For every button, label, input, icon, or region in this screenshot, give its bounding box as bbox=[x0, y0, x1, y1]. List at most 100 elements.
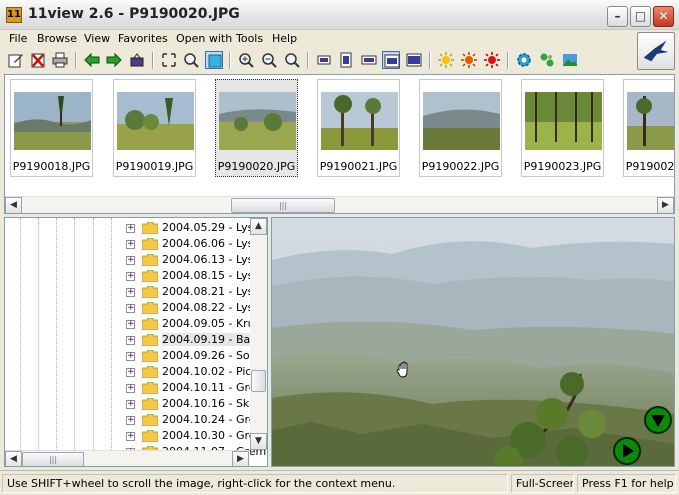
layout-4-icon[interactable] bbox=[382, 51, 400, 69]
thumbnail-item[interactable]: P9190018.JPG bbox=[10, 79, 93, 177]
thumbnail-caption: P9190018.JPG bbox=[12, 160, 91, 173]
tree-folder-label: 2004.09.26 - Sobo bbox=[162, 349, 264, 362]
expand-icon[interactable]: + bbox=[126, 224, 135, 233]
tree-folder-item[interactable]: +2004.10.02 - Pion bbox=[5, 364, 259, 380]
tree-folder-item[interactable]: +2004.09.19 - Baza bbox=[5, 332, 263, 348]
folder-icon bbox=[142, 430, 158, 442]
tree-folder-item[interactable]: +2004.05.29 - Lysa bbox=[5, 220, 260, 236]
expand-icon[interactable]: + bbox=[126, 304, 135, 313]
thumbnail-image bbox=[627, 92, 674, 150]
tree-vertical-scrollbar[interactable]: ▲ ▼ bbox=[250, 218, 267, 450]
thumbnail-item[interactable]: P9190024.JPG bbox=[623, 79, 674, 177]
thumbnail-item[interactable]: P9190023.JPG bbox=[521, 79, 604, 177]
edit-icon[interactable] bbox=[7, 51, 25, 69]
color-icon[interactable] bbox=[483, 51, 501, 69]
thumbnail-item-selected[interactable]: P9190020.JPG bbox=[215, 79, 298, 177]
play-slideshow-icon[interactable] bbox=[613, 437, 641, 465]
bird-logo-icon[interactable] bbox=[637, 32, 675, 70]
actual-size-icon[interactable] bbox=[205, 51, 223, 69]
menu-browse[interactable]: Browse bbox=[37, 32, 77, 45]
tree-folder-item[interactable]: +2004.08.22 - Lysa bbox=[5, 300, 260, 316]
menu-view[interactable]: View bbox=[84, 32, 110, 45]
menu-tools[interactable]: Tools bbox=[236, 32, 263, 45]
maximize-button[interactable]: □ bbox=[630, 6, 651, 27]
expand-icon[interactable]: + bbox=[126, 240, 135, 249]
thumbnail-item[interactable]: P9190021.JPG bbox=[317, 79, 400, 177]
image-viewer[interactable] bbox=[271, 217, 675, 467]
menu-favorites[interactable]: Favorites bbox=[118, 32, 168, 45]
tree-horizontal-scrollbar[interactable]: ◀ ||| ▶ bbox=[5, 450, 250, 466]
tree-folder-label: 2004.06.13 - Lysa bbox=[162, 253, 261, 266]
plugin-icon[interactable] bbox=[538, 51, 556, 69]
expand-icon[interactable]: + bbox=[126, 432, 135, 441]
delete-icon[interactable] bbox=[29, 51, 47, 69]
tree-folder-label: 2004.08.21 - Lysa bbox=[162, 285, 261, 298]
expand-icon[interactable]: + bbox=[126, 336, 135, 345]
expand-icon[interactable]: + bbox=[126, 352, 135, 361]
scrollbar-thumb[interactable]: ||| bbox=[22, 452, 84, 466]
layout-1-icon[interactable] bbox=[315, 51, 333, 69]
layout-5-icon[interactable] bbox=[405, 51, 423, 69]
menu-help[interactable]: Help bbox=[272, 32, 297, 45]
scrollbar-thumb[interactable] bbox=[251, 370, 266, 392]
zoom-search-icon[interactable] bbox=[182, 51, 200, 69]
tree-folder-item[interactable]: +2004.09.05 - Kruti bbox=[5, 316, 262, 332]
contrast-icon[interactable] bbox=[460, 51, 478, 69]
folder-icon bbox=[142, 302, 158, 314]
layout-3-icon[interactable] bbox=[360, 51, 378, 69]
toolbar-separator bbox=[229, 52, 231, 69]
tree-folder-item[interactable]: +2004.10.24 - Grem bbox=[5, 412, 266, 428]
tree-folder-item[interactable]: +2004.08.15 - Lysa bbox=[5, 268, 260, 284]
thumbnail-caption: P9190023.JPG bbox=[523, 160, 602, 173]
menu-open-with[interactable]: Open with bbox=[176, 32, 232, 45]
thumbnail-image bbox=[14, 92, 91, 150]
thumbnail-item[interactable]: P9190022.JPG bbox=[419, 79, 502, 177]
landscape-photo bbox=[272, 218, 674, 466]
thumbnail-image bbox=[321, 92, 398, 150]
tree-folder-label: 2004.06.06 - Lysa bbox=[162, 237, 261, 250]
expand-icon[interactable]: + bbox=[126, 400, 135, 409]
brightness-icon[interactable] bbox=[437, 51, 455, 69]
zoom-reset-icon[interactable] bbox=[283, 51, 301, 69]
wallpaper-icon[interactable] bbox=[561, 51, 579, 69]
expand-icon[interactable]: + bbox=[126, 416, 135, 425]
scroll-left-button[interactable]: ◀ bbox=[5, 451, 22, 466]
scroll-right-button[interactable]: ▶ bbox=[232, 451, 249, 466]
tree-folder-item[interactable]: +2004.09.26 - Sobo bbox=[5, 348, 263, 364]
menu-file[interactable]: File bbox=[9, 32, 27, 45]
fit-window-icon[interactable] bbox=[160, 51, 178, 69]
zoom-in-icon[interactable] bbox=[237, 51, 255, 69]
tree-folder-item[interactable]: +2004.06.13 - Lysa bbox=[5, 252, 260, 268]
minimize-button[interactable]: – bbox=[607, 6, 628, 27]
forward-arrow-icon[interactable] bbox=[105, 51, 123, 69]
scroll-left-button[interactable]: ◀ bbox=[5, 197, 22, 213]
settings-gear-icon[interactable] bbox=[515, 51, 533, 69]
scrollbar-thumb[interactable]: ||| bbox=[231, 198, 335, 213]
thumbnail-image bbox=[525, 92, 602, 150]
print-icon[interactable] bbox=[51, 51, 69, 69]
tree-folder-item[interactable]: +2004.06.06 - Lysa bbox=[5, 236, 260, 252]
close-button[interactable]: ✕ bbox=[653, 6, 674, 27]
scroll-down-button[interactable]: ▼ bbox=[250, 433, 267, 450]
expand-icon[interactable]: + bbox=[126, 368, 135, 377]
expand-icon[interactable]: + bbox=[126, 256, 135, 265]
thumbnail-scrollbar[interactable]: ◀ ||| ▶ bbox=[5, 196, 674, 213]
expand-icon[interactable]: + bbox=[126, 320, 135, 329]
tree-folder-item[interactable]: +2004.08.21 - Lysa bbox=[5, 284, 260, 300]
window-title: 11view 2.6 - P9190020.JPG bbox=[28, 6, 240, 22]
next-image-icon[interactable] bbox=[644, 406, 672, 434]
expand-icon[interactable]: + bbox=[126, 384, 135, 393]
slideshow-icon[interactable] bbox=[128, 51, 146, 69]
tree-folder-item[interactable]: +2004.10.16 - Skan bbox=[5, 396, 263, 412]
tree-folder-item[interactable]: +2004.10.11 - Grem bbox=[5, 380, 266, 396]
tree-folder-item[interactable]: +2004.10.30 - Grem bbox=[5, 428, 266, 444]
scroll-right-button[interactable]: ▶ bbox=[657, 197, 674, 213]
expand-icon[interactable]: + bbox=[126, 288, 135, 297]
scroll-up-button[interactable]: ▲ bbox=[250, 218, 267, 235]
tree-folder-label: 2004.09.05 - Kruti bbox=[162, 317, 263, 330]
back-arrow-icon[interactable] bbox=[83, 51, 101, 69]
expand-icon[interactable]: + bbox=[126, 272, 135, 281]
layout-2-icon[interactable] bbox=[337, 51, 355, 69]
zoom-out-icon[interactable] bbox=[260, 51, 278, 69]
thumbnail-item[interactable]: P9190019.JPG bbox=[113, 79, 196, 177]
